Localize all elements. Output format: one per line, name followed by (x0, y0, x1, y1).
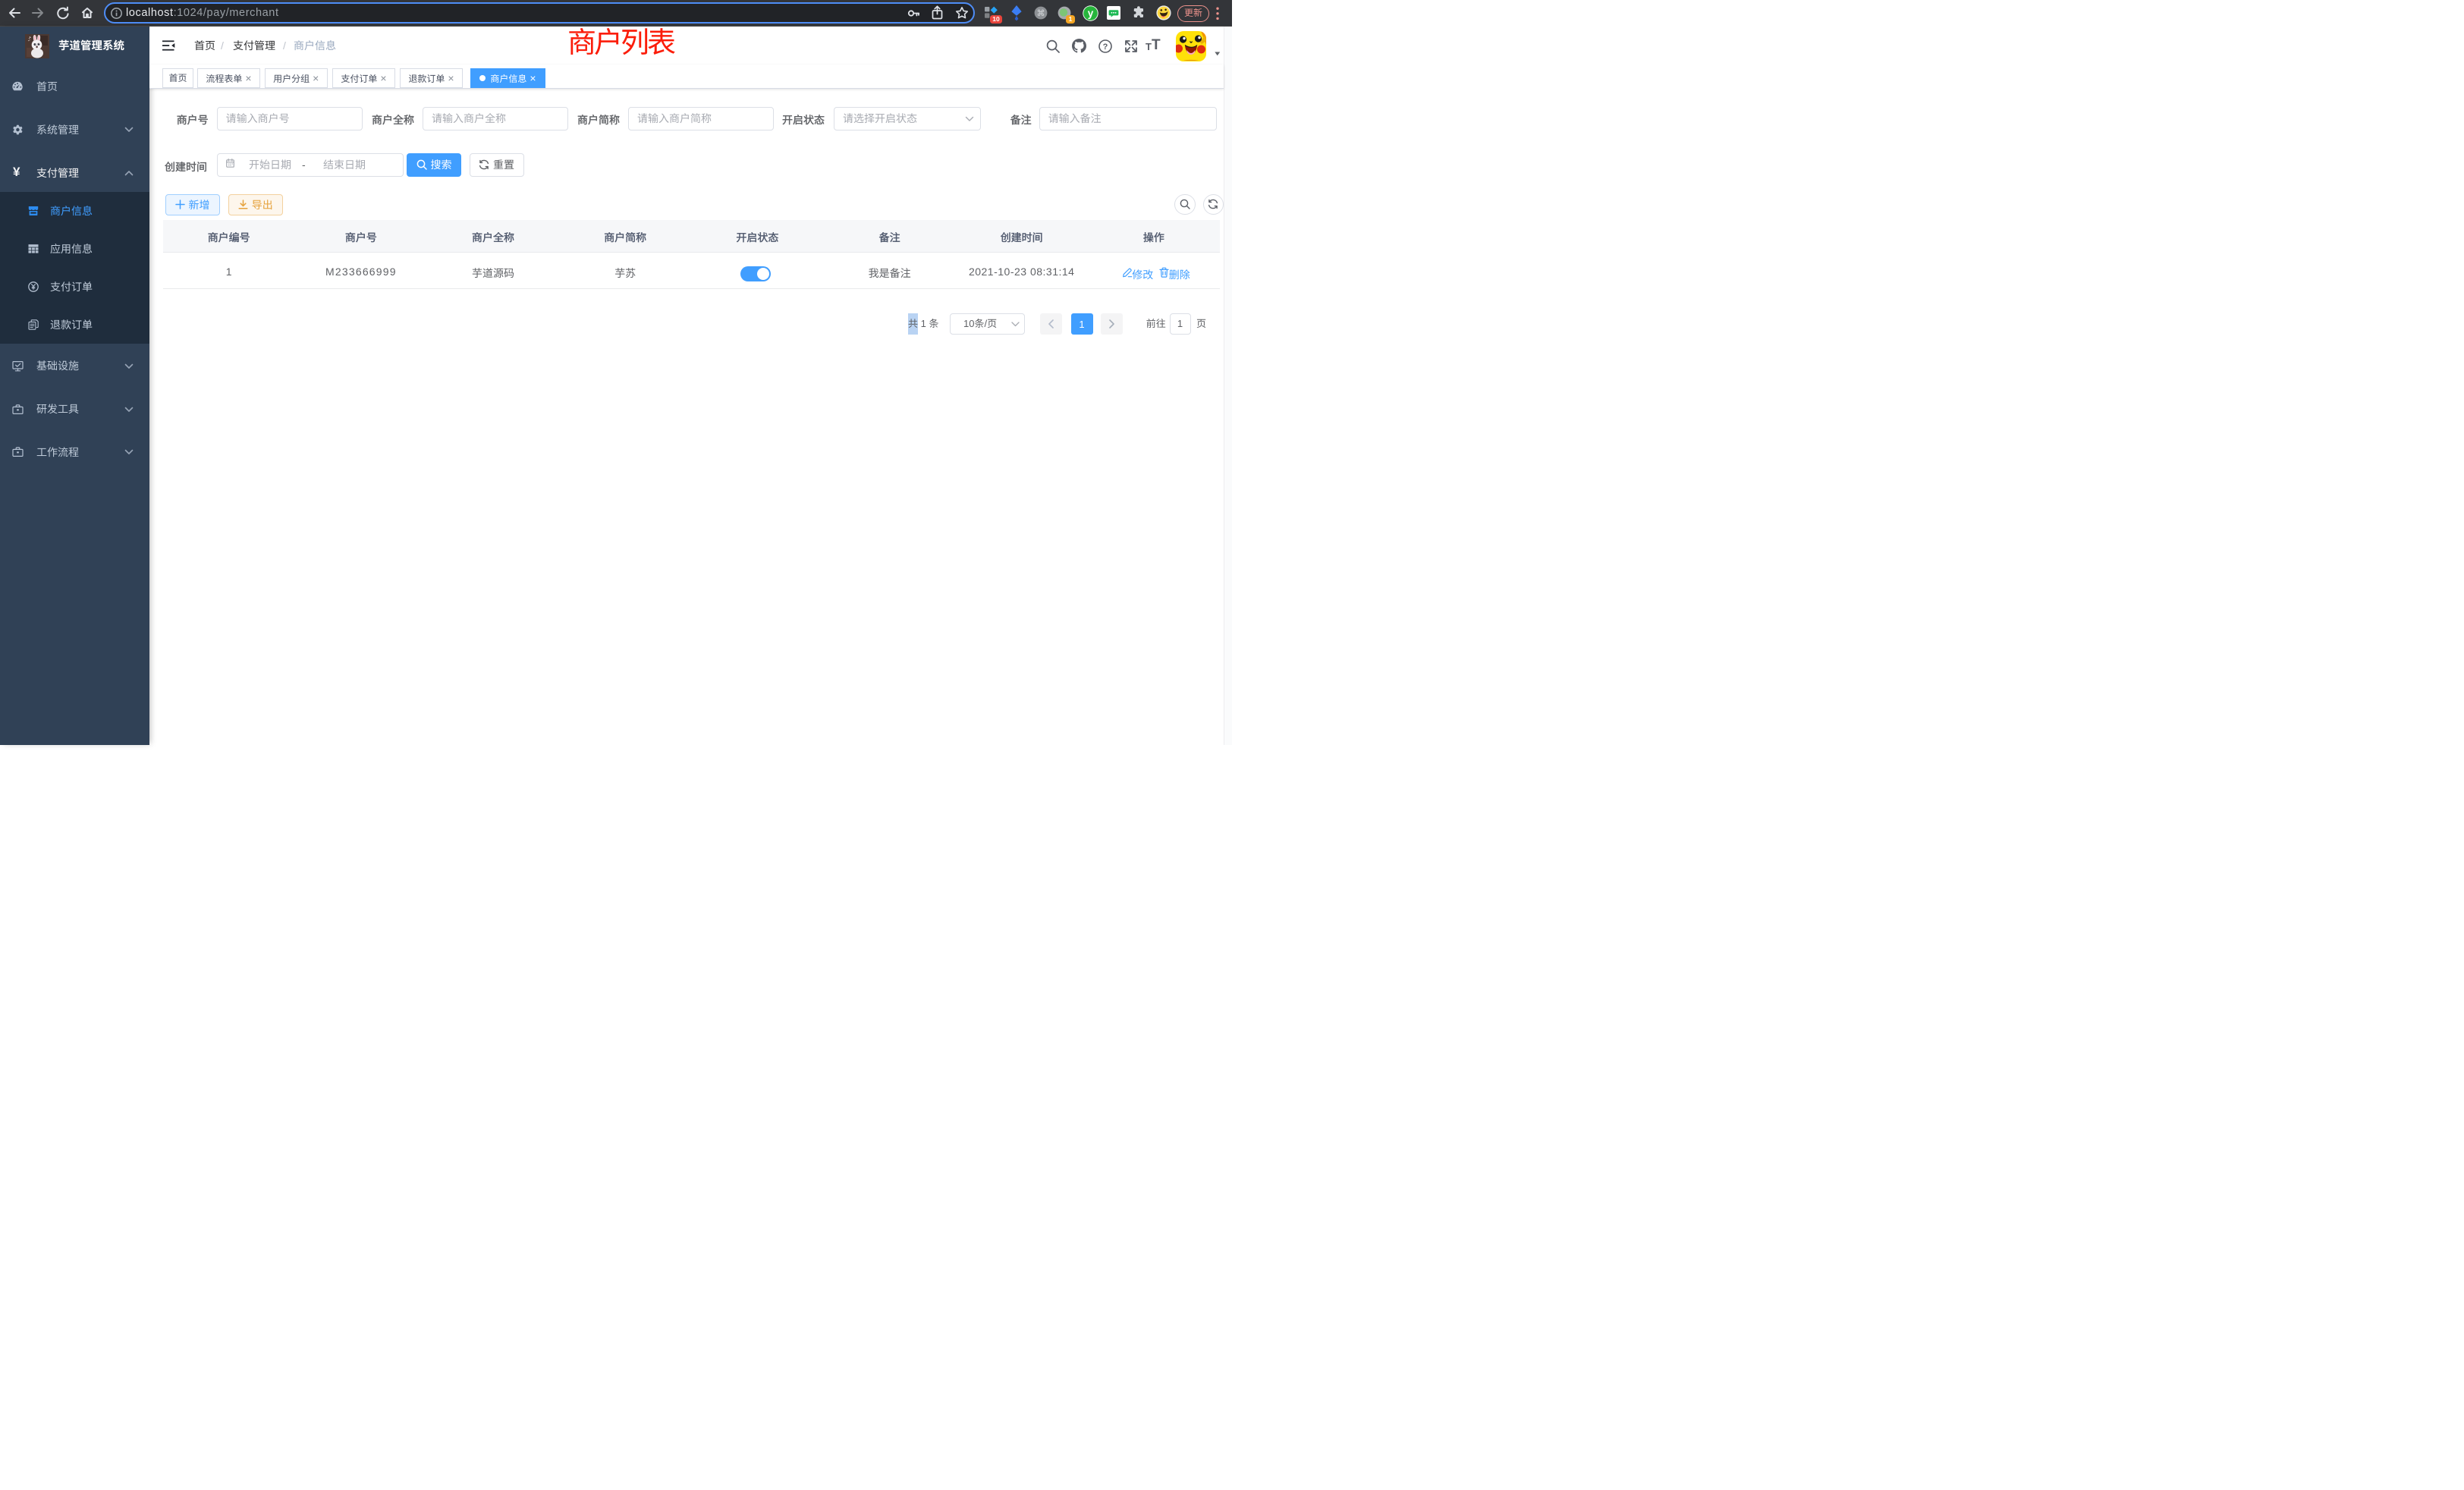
svg-text:y: y (1088, 8, 1094, 19)
svg-text:⌘: ⌘ (1037, 9, 1045, 18)
svg-text:?: ? (1103, 42, 1108, 52)
